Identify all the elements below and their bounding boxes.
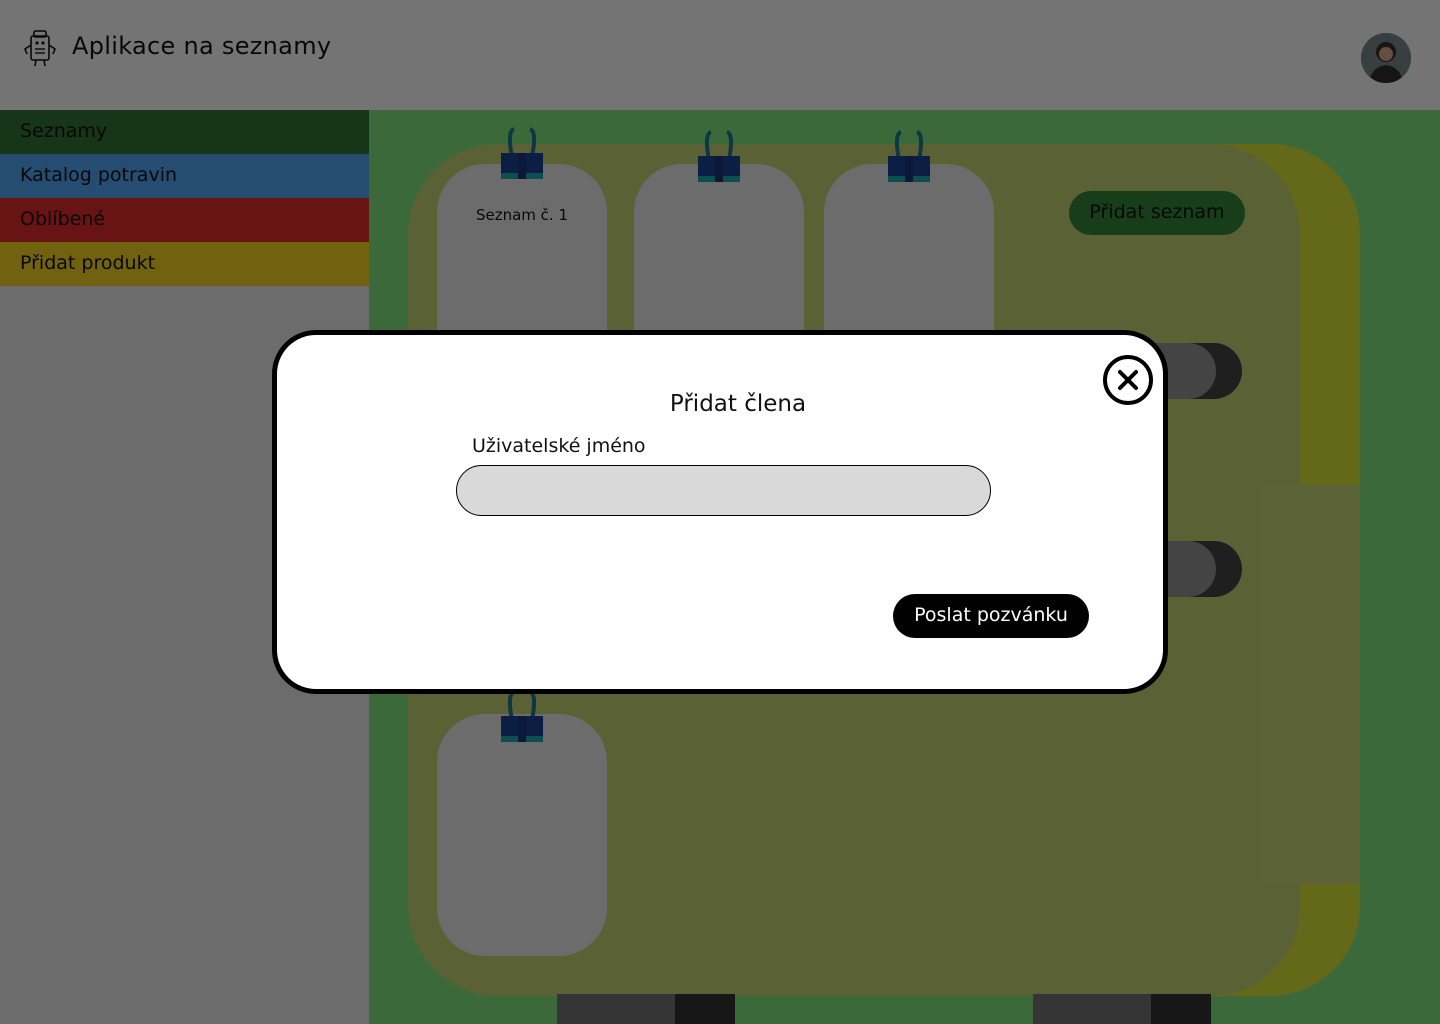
send-invite-button[interactable]: Poslat pozvánku — [893, 594, 1089, 638]
username-label: Uživatelské jméno — [472, 435, 646, 457]
app-page: Aplikace na seznamy Seznamy Katalog potr… — [0, 0, 1440, 1024]
username-input[interactable] — [456, 465, 991, 516]
add-member-dialog: Přidat člena Uživatelské jméno Poslat po… — [272, 330, 1168, 694]
dialog-title: Přidat člena — [669, 391, 807, 417]
